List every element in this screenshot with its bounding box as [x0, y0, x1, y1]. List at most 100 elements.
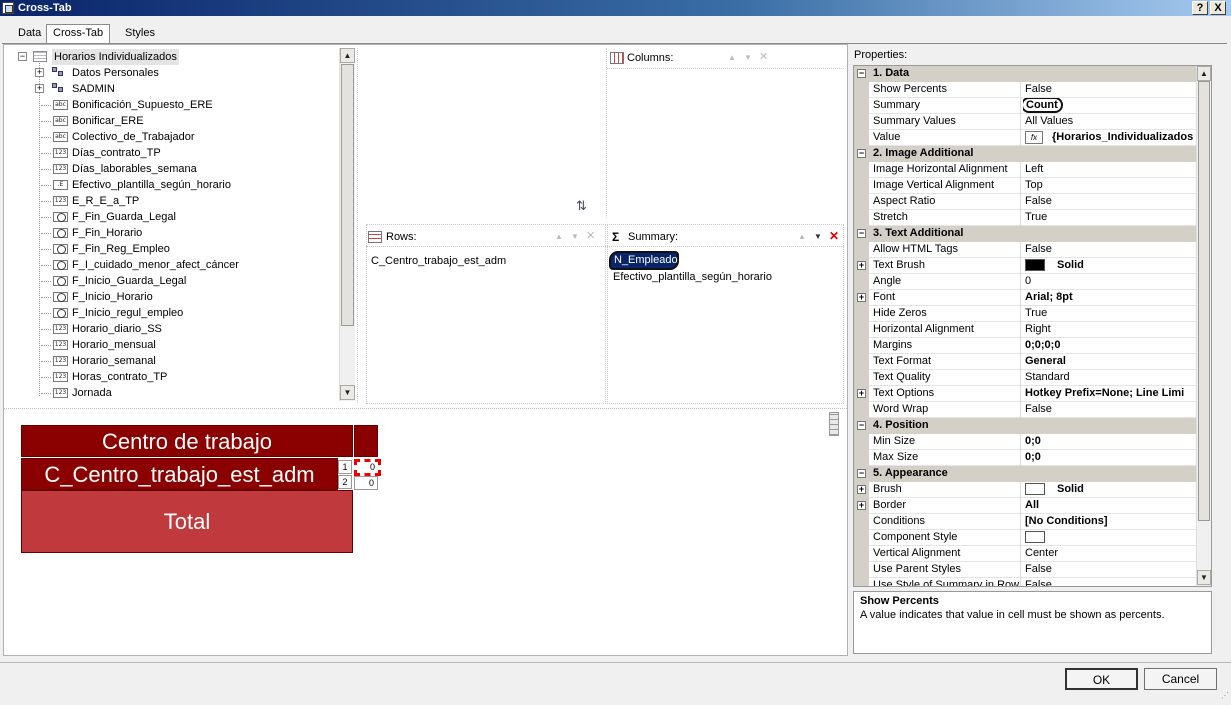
property-value[interactable]: False [1023, 402, 1198, 418]
property-row[interactable]: Use Style of Summary in Row T False [854, 578, 1198, 586]
scroll-thumb[interactable] [341, 64, 354, 326]
tree-group-sadmin[interactable]: + SADMIN [14, 81, 334, 97]
property-row[interactable]: + Brush Solid [854, 482, 1197, 498]
property-row[interactable]: Word Wrap False [854, 402, 1197, 418]
property-row[interactable]: Hide Zeros True [854, 306, 1197, 322]
tree-field[interactable]: F_Inicio_Guarda_Legal [14, 273, 334, 289]
tree-scrollbar[interactable]: ▲ ▼ [339, 48, 355, 401]
property-value[interactable]: Standard [1023, 370, 1198, 386]
property-value[interactable]: Right [1023, 322, 1198, 338]
property-row[interactable]: Text Quality Standard [854, 370, 1197, 386]
property-value[interactable]: False [1023, 194, 1198, 210]
rows-item[interactable]: C_Centro_trabajo_est_adm [371, 255, 506, 267]
collapse-icon[interactable]: − [857, 421, 866, 430]
tree-field[interactable]: .E Efectivo_plantilla_según_horario [14, 177, 334, 193]
collapse-icon[interactable]: − [857, 469, 866, 478]
property-row[interactable]: Conditions [No Conditions] [854, 514, 1197, 530]
property-row[interactable]: Component Style [854, 530, 1197, 546]
crosstab-header-cell[interactable]: Centro de trabajo [21, 425, 353, 457]
scroll-up-arrow-icon[interactable]: ▲ [340, 48, 355, 63]
tree-field-label[interactable]: Horas_contrato_TP [72, 369, 167, 385]
help-button[interactable]: ? [1192, 1, 1208, 15]
expand-icon[interactable]: + [857, 261, 866, 270]
tab-styles[interactable]: Styles [119, 25, 161, 43]
property-row[interactable]: Use Parent Styles False [854, 562, 1197, 578]
property-row[interactable]: Summary Count [854, 98, 1197, 114]
property-value[interactable]: False [1023, 578, 1198, 586]
tree-field-label[interactable]: Bonificar_ERE [72, 113, 144, 129]
property-category[interactable]: −5. Appearance [854, 466, 1197, 482]
resize-handle-icon[interactable] [829, 412, 839, 436]
tree-group-datos-personales[interactable]: + Datos Personales [14, 65, 334, 81]
property-row[interactable]: Text Format General [854, 354, 1197, 370]
tree-field[interactable]: F_I_cuidado_menor_afect_cáncer [14, 257, 334, 273]
tree-field-label[interactable]: F_I_cuidado_menor_afect_cáncer [72, 257, 239, 273]
crosstab-total-cell[interactable]: Total [21, 490, 353, 553]
tree-group-label[interactable]: SADMIN [72, 81, 115, 97]
tree-field-label[interactable]: F_Fin_Horario [72, 225, 142, 241]
tree-field-label[interactable]: F_Inicio_Guarda_Legal [72, 273, 186, 289]
crosstab-header-corner[interactable] [354, 425, 378, 457]
tab-cross-tab[interactable]: Cross-Tab [46, 24, 111, 44]
properties-scroll-up-icon[interactable]: ▲ [1197, 66, 1211, 81]
expression-icon[interactable]: fx [1025, 130, 1043, 144]
property-value[interactable]: 0;0;0;0 [1023, 338, 1198, 354]
tree-field[interactable]: 123 Días_laborables_semana [14, 161, 334, 177]
property-category[interactable]: −4. Position [854, 418, 1197, 434]
property-value[interactable]: Arial; 8pt [1023, 290, 1198, 306]
crosstab-cell[interactable]: 0 [354, 476, 378, 490]
summary-item-selected[interactable]: N_Empleado [609, 251, 679, 270]
property-row[interactable]: Value fx {Horarios_Individualizados [854, 130, 1197, 146]
collapse-icon[interactable]: − [857, 229, 866, 238]
collapse-icon[interactable]: − [857, 69, 866, 78]
expand-icon[interactable]: + [857, 293, 866, 302]
tree-field-label[interactable]: F_Fin_Guarda_Legal [72, 209, 176, 225]
property-value[interactable]: True [1023, 210, 1198, 226]
scroll-down-arrow-icon[interactable]: ▼ [340, 385, 355, 400]
expand-icon[interactable]: + [857, 389, 866, 398]
property-value[interactable]: 0;0 [1023, 434, 1198, 450]
property-value[interactable]: Top [1023, 178, 1198, 194]
property-value[interactable]: 0;0 [1023, 450, 1198, 466]
remove-icon[interactable]: ✕ [759, 50, 768, 63]
property-row[interactable]: Summary Values All Values [854, 114, 1197, 130]
tree-field-label[interactable]: Colectivo_de_Trabajador [72, 129, 195, 145]
tree-field-label[interactable]: E_R_E_a_TP [72, 193, 139, 209]
property-value[interactable]: Solid [1023, 258, 1198, 274]
tree-field-label[interactable]: Horario_semanal [72, 353, 156, 369]
properties-scroll-down-icon[interactable]: ▼ [1197, 570, 1211, 585]
tree-field[interactable]: abc Bonificación_Supuesto_ERE [14, 97, 334, 113]
property-row[interactable]: Stretch True [854, 210, 1197, 226]
resize-grip-icon[interactable]: ⋰ [1221, 692, 1229, 702]
tree-field[interactable]: 123 Horario_semanal [14, 353, 334, 369]
tree-field[interactable]: 123 Horas_contrato_TP [14, 369, 334, 385]
tree-field-label[interactable]: Bonificación_Supuesto_ERE [72, 97, 213, 113]
summary-item[interactable]: Efectivo_plantilla_según_horario [613, 271, 772, 283]
tree-field[interactable]: F_Fin_Horario [14, 225, 334, 241]
tree-field-label[interactable]: Horario_diario_SS [72, 321, 162, 337]
property-value[interactable]: 0 [1023, 274, 1198, 290]
property-value[interactable]: Hotkey Prefix=None; Line Limi [1023, 386, 1198, 402]
property-value[interactable]: General [1023, 354, 1198, 370]
property-value[interactable] [1023, 530, 1198, 546]
tree-field-label[interactable]: Efectivo_plantilla_según_horario [72, 177, 231, 193]
tree-field[interactable]: F_Inicio_regul_empleo [14, 305, 334, 321]
property-value[interactable]: False [1023, 82, 1198, 98]
property-row[interactable]: Allow HTML Tags False [854, 242, 1197, 258]
move-down-icon[interactable]: ▼ [744, 53, 752, 62]
property-row[interactable]: Angle 0 [854, 274, 1197, 290]
property-value[interactable]: Left [1023, 162, 1198, 178]
tree-field[interactable]: F_Fin_Reg_Empleo [14, 241, 334, 257]
tree-field-label[interactable]: Horario_mensual [72, 337, 156, 353]
properties-scrollbar[interactable]: ▲ ▼ [1196, 66, 1211, 586]
collapse-icon[interactable]: − [18, 52, 27, 61]
tree-field-label[interactable]: F_Inicio_regul_empleo [72, 305, 183, 321]
tree-field[interactable]: F_Fin_Guarda_Legal [14, 209, 334, 225]
property-row[interactable]: + Text Brush Solid [854, 258, 1197, 274]
property-row[interactable]: + Font Arial; 8pt [854, 290, 1197, 306]
tree-field-label[interactable]: F_Inicio_Horario [72, 289, 153, 305]
tab-data[interactable]: Data [12, 25, 47, 43]
tree-field[interactable]: 123 Horario_diario_SS [14, 321, 334, 337]
property-value[interactable]: All Values [1023, 114, 1198, 130]
property-row[interactable]: Margins 0;0;0;0 [854, 338, 1197, 354]
